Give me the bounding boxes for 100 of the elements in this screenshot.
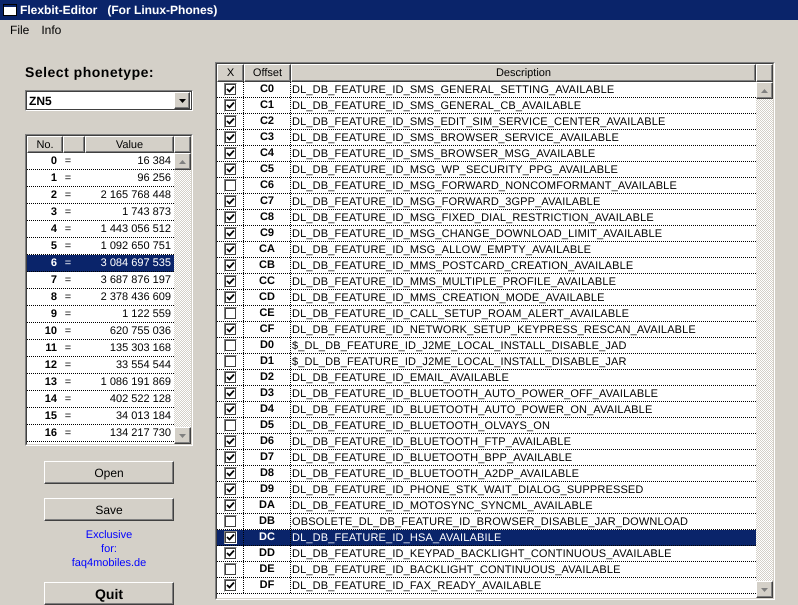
description-cell-text: DL_DB_FEATURE_ID_SMS_BROWSER_MSG_AVAILABLE — [291, 148, 596, 160]
checkbox[interactable] — [224, 451, 236, 464]
checkbox[interactable] — [224, 99, 236, 112]
column-header[interactable] — [63, 136, 85, 153]
offset-cell: CD — [244, 290, 291, 305]
checkbox[interactable] — [224, 467, 236, 480]
value-cell-text: 135 303 168 — [108, 342, 172, 354]
offset-cell: DE — [244, 562, 291, 577]
description-cell-text: $_DL_DB_FEATURE_ID_J2ME_LOCAL_INSTALL_DISABLE_JAD — [291, 340, 628, 352]
table-row[interactable]: D1 $_DL_DB_FEATURE_ID_J2ME_LOCAL_INSTALL_DISABLE_JAR — [217, 354, 756, 370]
checkbox[interactable] — [224, 259, 236, 272]
table-row[interactable]: D9 DL_DB_FEATURE_ID_PHONE_STK_WAIT_DIALOG_SUPPRESSED — [217, 482, 756, 498]
checkbox[interactable] — [224, 547, 236, 560]
table-row[interactable]: C7 DL_DB_FEATURE_ID_MSG_FORWARD_3GPP_AVAILABLE — [217, 194, 756, 210]
equals-sign: = — [64, 223, 72, 235]
checkbox[interactable] — [224, 163, 236, 176]
equals-sign: = — [64, 393, 72, 405]
scroll-down-button[interactable] — [756, 581, 773, 598]
checkbox[interactable] — [224, 419, 236, 432]
table-row[interactable]: C2 DL_DB_FEATURE_ID_SMS_EDIT_SIM_SERVICE_CENTER_AVAILABLE — [217, 114, 756, 130]
table-row[interactable]: C1 DL_DB_FEATURE_ID_SMS_GENERAL_CB_AVAILABLE — [217, 98, 756, 114]
checkbox[interactable] — [224, 355, 236, 368]
column-header[interactable]: No. — [27, 136, 63, 153]
column-header[interactable]: Value — [85, 136, 174, 153]
table-row[interactable]: C6 DL_DB_FEATURE_ID_MSG_FORWARD_NONCOMFORMANT_AVAILABLE — [217, 178, 756, 194]
scroll-up-button[interactable] — [756, 82, 773, 99]
value-cell-text: 16 384 — [136, 155, 172, 167]
table-row[interactable]: D5 DL_DB_FEATURE_ID_BLUETOOTH_OLVAYS_ON — [217, 418, 756, 434]
checkbox[interactable] — [224, 403, 236, 416]
checkbox[interactable] — [224, 243, 236, 256]
checkbox[interactable] — [224, 211, 236, 224]
table-row[interactable]: C9 DL_DB_FEATURE_ID_MSG_CHANGE_DOWNLOAD_LIMIT_AVAILABLE — [217, 226, 756, 242]
checkbox[interactable] — [224, 115, 236, 128]
checkbox[interactable] — [224, 275, 236, 288]
checkbox[interactable] — [224, 83, 236, 96]
table-row[interactable]: D4 DL_DB_FEATURE_ID_BLUETOOTH_AUTO_POWER_ON_AVAILABLE — [217, 402, 756, 418]
action-button[interactable]: Open — [44, 461, 174, 484]
phonetype-dropdown[interactable]: ZN5 — [25, 90, 193, 111]
row-number: 8 — [50, 291, 57, 303]
table-row[interactable]: D0 $_DL_DB_FEATURE_ID_J2ME_LOCAL_INSTALL_DISABLE_JAD — [217, 338, 756, 354]
table-row[interactable]: C4 DL_DB_FEATURE_ID_SMS_BROWSER_MSG_AVAILABLE — [217, 146, 756, 162]
table-row[interactable]: D6 DL_DB_FEATURE_ID_BLUETOOTH_FTP_AVAILABLE — [217, 434, 756, 450]
value-cell-text: 3 084 697 535 — [100, 257, 172, 269]
column-header[interactable]: X — [217, 64, 244, 82]
scroll-up-button[interactable] — [174, 153, 191, 170]
checkbox[interactable] — [224, 131, 236, 144]
checkbox[interactable] — [224, 435, 236, 448]
checkbox[interactable] — [224, 179, 236, 192]
column-header[interactable]: Description — [291, 64, 756, 82]
checkbox[interactable] — [224, 195, 236, 208]
checkbox[interactable] — [224, 563, 236, 576]
table-row[interactable]: CB DL_DB_FEATURE_ID_MMS_POSTCARD_CREATION_AVAILABLE — [217, 258, 756, 274]
checkbox[interactable] — [224, 515, 236, 528]
table-row[interactable]: CA DL_DB_FEATURE_ID_MSG_ALLOW_EMPTY_AVAILABLE — [217, 242, 756, 258]
table-row[interactable]: DA DL_DB_FEATURE_ID_MOTOSYNC_SYNCML_AVAILABLE — [217, 498, 756, 514]
equals-sign: = — [64, 240, 72, 252]
table-row[interactable]: C3 DL_DB_FEATURE_ID_SMS_BROWSER_SERVICE_AVAILABLE — [217, 130, 756, 146]
table-row[interactable]: D7 DL_DB_FEATURE_ID_BLUETOOTH_BPP_AVAILABLE — [217, 450, 756, 466]
table-row[interactable]: CC DL_DB_FEATURE_ID_MMS_MULTIPLE_PROFILE_AVAILABLE — [217, 274, 756, 290]
table-row[interactable]: D8 DL_DB_FEATURE_ID_BLUETOOTH_A2DP_AVAILABLE — [217, 466, 756, 482]
table-row[interactable]: DD DL_DB_FEATURE_ID_KEYPAD_BACKLIGHT_CONTINUOUS_AVAILABLE — [217, 546, 756, 562]
menu-item[interactable]: Info — [35, 23, 68, 37]
table-row[interactable]: CF DL_DB_FEATURE_ID_NETWORK_SETUP_KEYPRESS_RESCAN_AVAILABLE — [217, 322, 756, 338]
column-header[interactable]: Offset — [244, 64, 291, 82]
table-row[interactable]: 6 = 3 084 697 535 — [27, 255, 174, 272]
table-row[interactable]: C0 DL_DB_FEATURE_ID_SMS_GENERAL_SETTING_AVAILABLE — [217, 82, 756, 98]
table-row[interactable]: C8 DL_DB_FEATURE_ID_MSG_FIXED_DIAL_RESTRICTION_AVAILABLE — [217, 210, 756, 226]
table-row[interactable]: DF DL_DB_FEATURE_ID_FAX_READY_AVAILABLE — [217, 578, 756, 594]
quit-button[interactable]: Quit — [44, 582, 174, 605]
checkbox[interactable] — [224, 387, 236, 400]
description-cell-text: DL_DB_FEATURE_ID_MSG_FORWARD_3GPP_AVAILABLE — [291, 196, 602, 208]
checkbox[interactable] — [224, 339, 236, 352]
checkbox[interactable] — [224, 227, 236, 240]
scroll-down-button[interactable] — [174, 427, 191, 444]
checkbox[interactable] — [224, 579, 236, 592]
table-row[interactable]: CE DL_DB_FEATURE_ID_CALL_SETUP_ROAM_ALERT_AVAILABLE — [217, 306, 756, 322]
checkbox[interactable] — [224, 483, 236, 496]
offset-cell: C9 — [244, 226, 291, 241]
table-row[interactable]: D2 DL_DB_FEATURE_ID_EMAIL_AVAILABLE — [217, 370, 756, 386]
description-cell-text: DL_DB_FEATURE_ID_SMS_GENERAL_SETTING_AVAILABLE — [291, 84, 616, 96]
description-cell-text: DL_DB_FEATURE_ID_NETWORK_SETUP_KEYPRESS_RESCAN_AVAILABLE — [291, 324, 697, 336]
offset-cell: C7 — [244, 194, 291, 209]
checkbox[interactable] — [224, 307, 236, 320]
checkbox[interactable] — [224, 323, 236, 336]
checkbox[interactable] — [224, 499, 236, 512]
table-row[interactable]: D3 DL_DB_FEATURE_ID_BLUETOOTH_AUTO_POWER_OFF_AVAILABLE — [217, 386, 756, 402]
table-row[interactable]: DC DL_DB_FEATURE_ID_HSA_AVAILABILE — [217, 530, 756, 546]
checkbox[interactable] — [224, 291, 236, 304]
checkbox[interactable] — [224, 531, 236, 544]
table-row[interactable]: DE DL_DB_FEATURE_ID_BACKLIGHT_CONTINUOUS_AVAILABLE — [217, 562, 756, 578]
table-row[interactable]: CD DL_DB_FEATURE_ID_MMS_CREATION_MODE_AVAILABLE — [217, 290, 756, 306]
table-row[interactable]: C5 DL_DB_FEATURE_ID_MSG_WP_SECURITY_PPG_AVAILABLE — [217, 162, 756, 178]
description-cell-text: DL_DB_FEATURE_ID_SMS_BROWSER_SERVICE_AVAILABLE — [291, 132, 620, 144]
offset-cell: D3 — [244, 386, 291, 401]
checkbox[interactable] — [224, 147, 236, 160]
dropdown-button[interactable] — [174, 92, 190, 109]
action-button[interactable]: Save — [44, 498, 174, 521]
menu-item[interactable]: File — [4, 23, 36, 37]
checkbox[interactable] — [224, 371, 236, 384]
description-cell-text: DL_DB_FEATURE_ID_MSG_FORWARD_NONCOMFORMANT_AVAILABLE — [291, 180, 678, 192]
